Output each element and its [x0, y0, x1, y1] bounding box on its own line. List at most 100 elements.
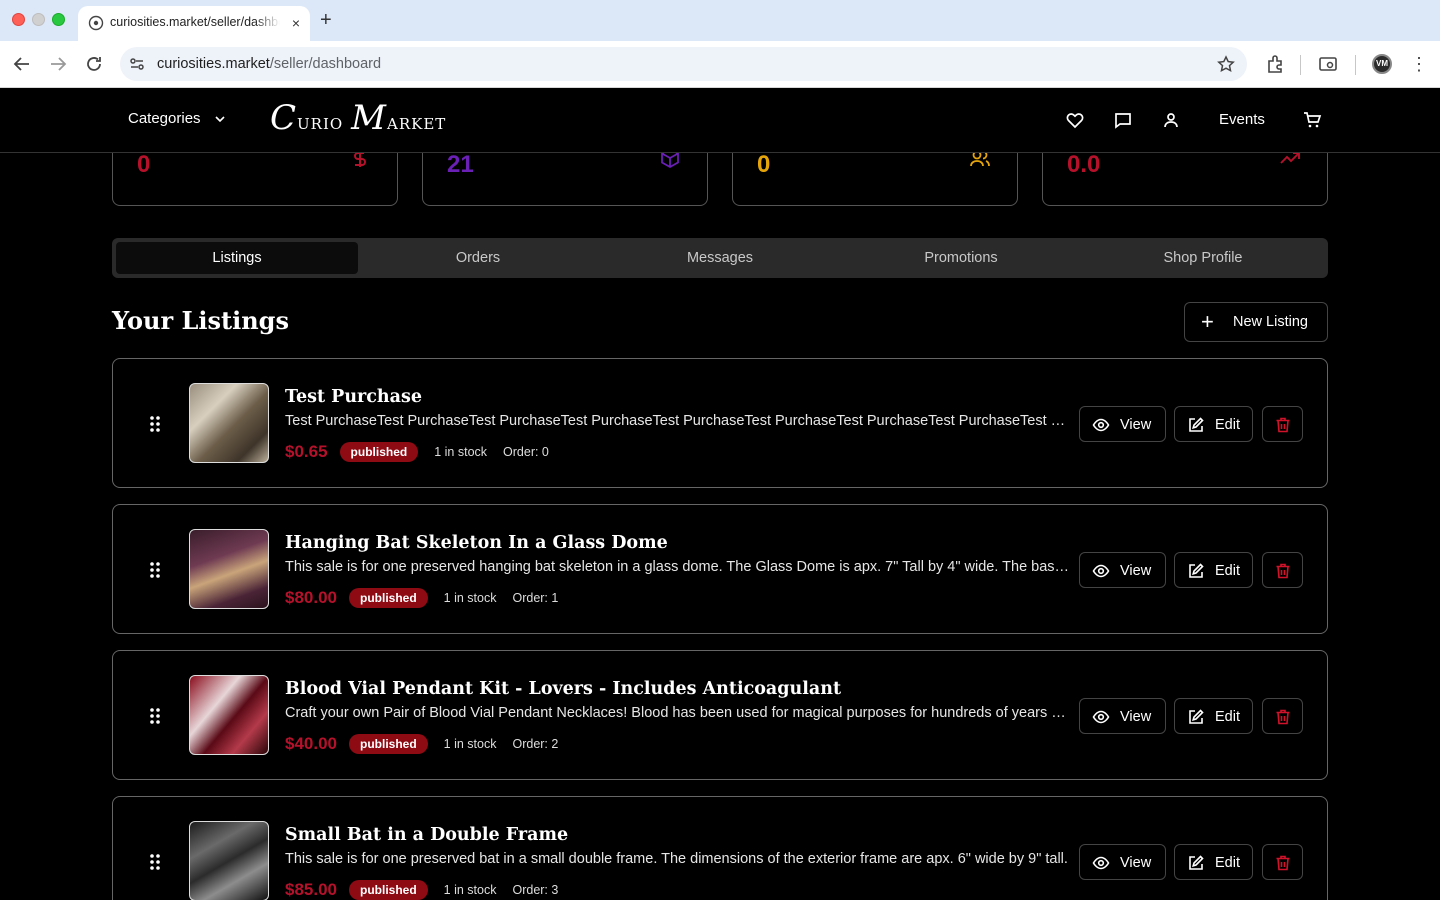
listing-card: Test Purchase Test PurchaseTest Purchase… [112, 358, 1328, 488]
tab-shop-profile[interactable]: Shop Profile [1082, 242, 1324, 274]
url-host: curiosities.market [157, 56, 270, 72]
drag-handle-icon[interactable] [149, 415, 161, 433]
eye-icon [1092, 856, 1110, 870]
events-link[interactable]: Events [1219, 111, 1265, 128]
view-label: View [1120, 709, 1152, 725]
listing-title[interactable]: Hanging Bat Skeleton In a Glass Dome [285, 533, 668, 553]
forward-icon[interactable] [47, 53, 69, 75]
view-label: View [1120, 563, 1152, 579]
heart-icon[interactable] [1065, 110, 1085, 130]
stat-value: 21 [447, 151, 474, 178]
address-bar[interactable]: curiosities.market/seller/dashboard [120, 47, 1247, 81]
listing-title[interactable]: Small Bat in a Double Frame [285, 825, 568, 845]
back-icon[interactable] [11, 53, 33, 75]
delete-button[interactable] [1262, 698, 1303, 734]
view-button[interactable]: View [1079, 406, 1166, 442]
edit-button[interactable]: Edit [1174, 552, 1253, 588]
order-index: Order: 0 [503, 445, 549, 459]
tab-listings[interactable]: Listings [116, 242, 358, 274]
drag-handle-icon[interactable] [149, 707, 161, 725]
listing-title[interactable]: Test Purchase [285, 387, 422, 407]
eye-icon [1092, 564, 1110, 578]
cart-icon[interactable] [1302, 110, 1322, 130]
listing-card: Small Bat in a Double Frame This sale is… [112, 796, 1328, 900]
new-listing-button[interactable]: + New Listing [1184, 302, 1328, 342]
listing-description: This sale is for one preserved hanging b… [285, 559, 1073, 575]
stock-count: 1 in stock [434, 445, 488, 459]
new-tab-button[interactable]: + [320, 9, 332, 31]
maximize-window-button[interactable] [52, 13, 65, 26]
stat-value: 0.0 [1067, 151, 1101, 178]
listing-price: $80.00 [285, 588, 337, 607]
listing-description: Craft your own Pair of Blood Vial Pendan… [285, 705, 1073, 721]
toolbar-separator [1300, 55, 1301, 75]
dashboard-tabs: Listings Orders Messages Promotions Shop… [112, 238, 1328, 278]
close-window-button[interactable] [12, 13, 25, 26]
listing-price: $0.65 [285, 442, 328, 461]
listing-meta: $40.00 published 1 in stock Order: 2 [285, 733, 558, 755]
view-button[interactable]: View [1079, 698, 1166, 734]
extensions-icon[interactable] [1264, 53, 1286, 75]
site-logo[interactable]: Curio Market [270, 98, 446, 138]
user-icon[interactable] [1161, 110, 1181, 130]
toolbar-separator [1355, 55, 1356, 75]
listing-meta: $85.00 published 1 in stock Order: 3 [285, 879, 558, 900]
delete-button[interactable] [1262, 552, 1303, 588]
edit-label: Edit [1215, 417, 1240, 433]
edit-button[interactable]: Edit [1174, 406, 1253, 442]
url-text: curiosities.market/seller/dashboard [157, 56, 381, 72]
listing-thumbnail[interactable] [189, 675, 269, 755]
listing-meta: $80.00 published 1 in stock Order: 1 [285, 587, 558, 609]
browser-tab[interactable]: curiosities.market/seller/dashboard × [78, 6, 310, 41]
trash-icon [1276, 709, 1290, 725]
stock-count: 1 in stock [443, 737, 497, 751]
view-button[interactable]: View [1079, 552, 1166, 588]
edit-button[interactable]: Edit [1174, 844, 1253, 880]
site-header: Categories Curio Market Events [0, 88, 1440, 153]
listing-title[interactable]: Blood Vial Pendant Kit - Lovers - Includ… [285, 679, 841, 699]
browser-toolbar: curiosities.market/seller/dashboard VM ⋮ [0, 41, 1440, 88]
delete-button[interactable] [1262, 406, 1303, 442]
listing-thumbnail[interactable] [189, 529, 269, 609]
view-label: View [1120, 855, 1152, 871]
order-index: Order: 3 [512, 883, 559, 897]
categories-button[interactable]: Categories [128, 110, 201, 127]
drag-handle-icon[interactable] [149, 853, 161, 871]
message-icon[interactable] [1113, 110, 1133, 130]
view-label: View [1120, 417, 1152, 433]
tab-messages[interactable]: Messages [599, 242, 841, 274]
listing-price: $40.00 [285, 734, 337, 753]
edit-button[interactable]: Edit [1174, 698, 1253, 734]
edit-label: Edit [1215, 709, 1240, 725]
browser-menu-icon[interactable]: ⋮ [1410, 54, 1428, 74]
site-settings-icon[interactable] [128, 55, 146, 73]
url-path: /seller/dashboard [269, 56, 382, 72]
edit-icon [1189, 563, 1204, 578]
delete-button[interactable] [1262, 844, 1303, 880]
stat-value: 0 [137, 151, 151, 178]
eye-icon [1092, 418, 1110, 432]
listing-description: Test PurchaseTest PurchaseTest PurchaseT… [285, 413, 1073, 429]
edit-label: Edit [1215, 855, 1240, 871]
edit-icon [1189, 855, 1204, 870]
page-title: Your Listings [112, 306, 289, 335]
chevron-down-icon[interactable] [213, 112, 227, 126]
bookmark-star-icon[interactable] [1217, 55, 1235, 73]
minimize-window-button[interactable] [32, 13, 45, 26]
plus-icon: + [1201, 309, 1214, 334]
trash-icon [1276, 417, 1290, 433]
status-badge: published [349, 734, 428, 754]
order-index: Order: 2 [512, 737, 559, 751]
reload-icon[interactable] [83, 53, 105, 75]
drag-handle-icon[interactable] [149, 561, 161, 579]
tab-orders[interactable]: Orders [357, 242, 599, 274]
view-button[interactable]: View [1079, 844, 1166, 880]
tab-close-button[interactable]: × [292, 14, 300, 32]
listing-thumbnail[interactable] [189, 821, 269, 900]
listing-thumbnail[interactable] [189, 383, 269, 463]
tab-search-icon[interactable] [1317, 53, 1339, 75]
listing-description: This sale is for one preserved bat in a … [285, 851, 1068, 867]
profile-avatar[interactable]: VM [1372, 54, 1392, 74]
eye-icon [1092, 710, 1110, 724]
tab-promotions[interactable]: Promotions [840, 242, 1082, 274]
